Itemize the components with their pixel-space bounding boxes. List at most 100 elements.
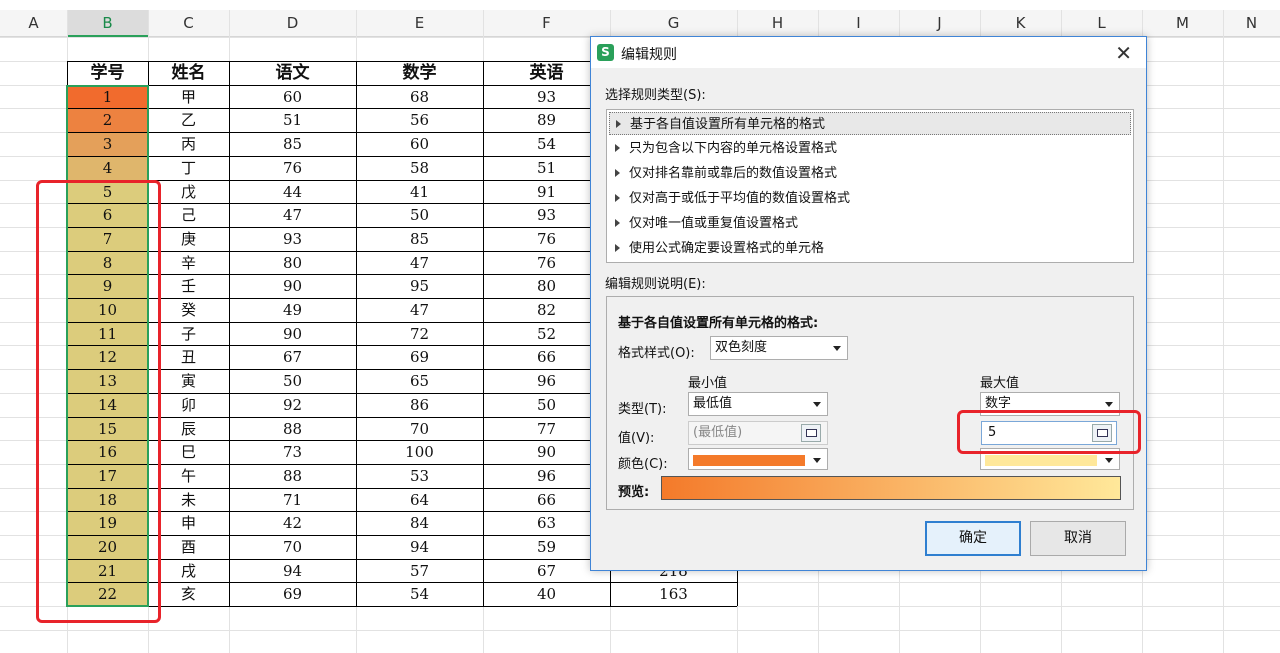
table-cell[interactable]: 85 [356, 228, 483, 251]
table-cell[interactable]: 57 [356, 560, 483, 583]
table-cell[interactable]: 58 [356, 157, 483, 180]
table-cell[interactable]: 163 [610, 583, 737, 606]
max-color-swatch [985, 455, 1097, 466]
edit-rule-desc-label: 编辑规则说明(E): [605, 277, 706, 292]
rule-type-list[interactable]: 基于各自值设置所有单元格的格式 只为包含以下内容的单元格设置格式仅对排名靠前或靠后… [606, 109, 1134, 263]
column-header-K[interactable]: K [980, 10, 1061, 37]
table-cell[interactable]: 47 [356, 299, 483, 322]
column-header-M[interactable]: M [1142, 10, 1223, 37]
table-header-cell[interactable]: 语文 [229, 62, 356, 85]
dialog-titlebar[interactable]: S 编辑规则 ✕ [591, 37, 1146, 68]
min-color-select[interactable] [688, 448, 828, 470]
table-cell[interactable]: 71 [229, 489, 356, 512]
table-cell[interactable]: 50 [356, 204, 483, 227]
column-header-J[interactable]: J [899, 10, 980, 37]
table-cell[interactable]: 64 [356, 489, 483, 512]
table-cell[interactable]: 70 [356, 418, 483, 441]
table-cell[interactable]: 88 [229, 418, 356, 441]
expand-arrow-icon [615, 194, 620, 202]
rule-type-label: 仅对高于或低于平均值的数值设置格式 [629, 191, 851, 206]
table-cell[interactable]: 41 [356, 181, 483, 204]
select-rule-type-label: 选择规则类型(S): [605, 88, 706, 103]
table-cell[interactable]: 80 [229, 252, 356, 275]
column-header-L[interactable]: L [1061, 10, 1142, 37]
rule-type-label: 仅对排名靠前或靠后的数值设置格式 [629, 166, 838, 181]
table-cell[interactable]: 40 [483, 583, 610, 606]
table-cell[interactable]: 甲 [148, 86, 229, 109]
table-cell[interactable]: 54 [356, 583, 483, 606]
min-type-select[interactable]: 最低值 [688, 392, 828, 416]
table-cell[interactable]: 70 [229, 536, 356, 559]
table-cell[interactable]: 94 [229, 560, 356, 583]
column-header-F[interactable]: F [483, 10, 610, 37]
rule-type-item[interactable]: 基于各自值设置所有单元格的格式 [609, 112, 1131, 135]
rule-type-item[interactable]: 使用公式确定要设置格式的单元格 [609, 237, 1131, 260]
table-cell[interactable]: 56 [356, 109, 483, 132]
column-header-B[interactable]: B [67, 10, 148, 37]
table-cell[interactable]: 72 [356, 323, 483, 346]
chevron-down-icon [1105, 402, 1113, 407]
table-cell[interactable]: 73 [229, 441, 356, 464]
table-cell[interactable]: 92 [229, 394, 356, 417]
table-cell[interactable]: 47 [229, 204, 356, 227]
format-style-select[interactable]: 双色刻度 [710, 336, 848, 360]
rule-type-item[interactable]: 只为包含以下内容的单元格设置格式 [609, 137, 1131, 160]
table-cell[interactable]: 84 [356, 512, 483, 535]
close-icon[interactable]: ✕ [1115, 41, 1132, 65]
column-header-A[interactable]: A [0, 10, 67, 37]
rule-type-item[interactable]: 仅对唯一值或重复值设置格式 [609, 212, 1131, 235]
ok-button[interactable]: 确定 [925, 521, 1021, 556]
table-cell[interactable]: 60 [356, 133, 483, 156]
table-cell[interactable]: 100 [356, 441, 483, 464]
table-header-cell[interactable]: 数学 [356, 62, 483, 85]
table-cell[interactable]: 95 [356, 275, 483, 298]
table-cell[interactable]: 60 [229, 86, 356, 109]
column-header-I[interactable]: I [818, 10, 899, 37]
grid-line [1223, 10, 1224, 653]
table-cell[interactable]: 85 [229, 133, 356, 156]
table-cell[interactable]: 丁 [148, 157, 229, 180]
column-header-C[interactable]: C [148, 10, 229, 37]
table-cell[interactable]: 44 [229, 181, 356, 204]
chevron-down-icon [813, 402, 821, 407]
table-cell[interactable]: 93 [229, 228, 356, 251]
table-cell[interactable]: 68 [356, 86, 483, 109]
table-cell[interactable]: 丙 [148, 133, 229, 156]
table-cell[interactable]: 53 [356, 465, 483, 488]
table-cell[interactable]: 86 [356, 394, 483, 417]
preview-label: 预览: [618, 485, 650, 500]
table-header-cell[interactable]: 姓名 [148, 62, 229, 85]
table-cell[interactable]: 47 [356, 252, 483, 275]
table-cell[interactable]: 49 [229, 299, 356, 322]
rule-type-item[interactable]: 仅对排名靠前或靠后的数值设置格式 [609, 162, 1131, 185]
table-cell[interactable]: 乙 [148, 109, 229, 132]
column-header-D[interactable]: D [229, 10, 356, 37]
table-cell[interactable]: 51 [229, 109, 356, 132]
cancel-button[interactable]: 取消 [1030, 521, 1126, 556]
max-type-value: 数字 [985, 396, 1012, 411]
min-value-input[interactable]: (最低值) [688, 421, 828, 445]
table-cell[interactable]: 76 [229, 157, 356, 180]
table-cell[interactable]: 94 [356, 536, 483, 559]
table-cell[interactable]: 42 [229, 512, 356, 535]
range-picker-icon[interactable] [801, 424, 821, 442]
column-header-N[interactable]: N [1223, 10, 1280, 37]
rule-type-item[interactable]: 仅对高于或低于平均值的数值设置格式 [609, 187, 1131, 210]
table-cell[interactable]: 50 [229, 370, 356, 393]
table-cell[interactable]: 90 [229, 323, 356, 346]
table-cell[interactable]: 90 [229, 275, 356, 298]
table-cell[interactable]: 88 [229, 465, 356, 488]
expand-arrow-icon [615, 219, 620, 227]
column-header-E[interactable]: E [356, 10, 483, 37]
column-header-G[interactable]: G [610, 10, 737, 37]
rule-type-label: 仅对唯一值或重复值设置格式 [629, 216, 799, 231]
table-cell[interactable]: 67 [229, 346, 356, 369]
table-border [483, 61, 484, 607]
dialog-title: 编辑规则 [621, 47, 677, 63]
table-cell[interactable]: 69 [356, 346, 483, 369]
table-header-cell[interactable]: 学号 [67, 62, 148, 85]
column-header-H[interactable]: H [737, 10, 818, 37]
expand-arrow-icon [615, 244, 620, 252]
table-cell[interactable]: 69 [229, 583, 356, 606]
table-cell[interactable]: 65 [356, 370, 483, 393]
